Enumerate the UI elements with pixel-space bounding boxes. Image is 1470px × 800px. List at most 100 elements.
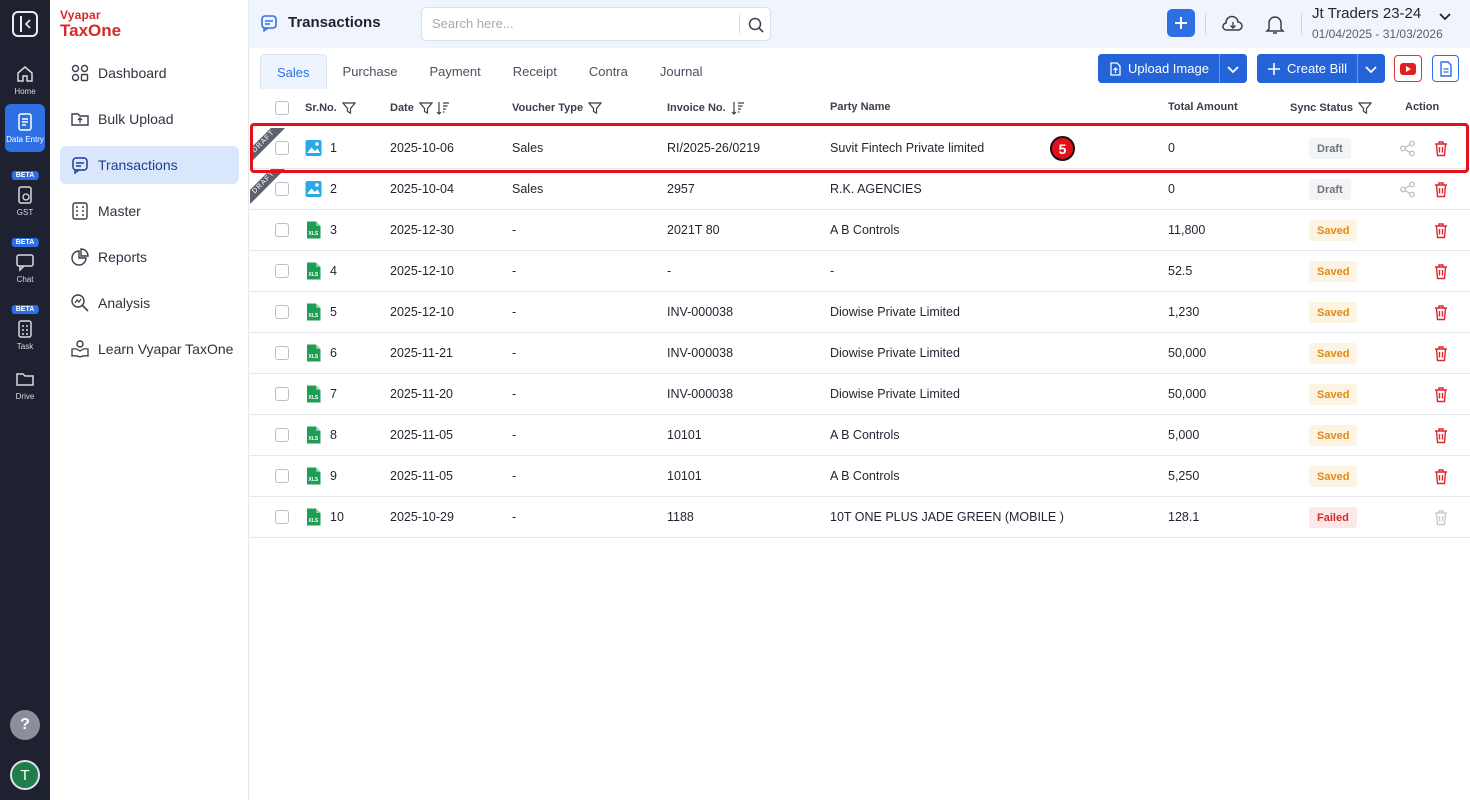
- total-amount-cell: 0: [1168, 182, 1175, 196]
- table-row[interactable]: XLS 3 2025-12-30 - 2021T 80 A B Controls 11,80…: [250, 210, 1470, 251]
- column-voucher-type: Voucher Type: [512, 101, 603, 115]
- sort-icon[interactable]: [731, 101, 745, 115]
- row-checkbox[interactable]: [275, 346, 289, 360]
- party-name-cell: A B Controls: [830, 428, 900, 442]
- party-name-cell: Diowise Private Limited: [830, 346, 960, 360]
- row-checkbox[interactable]: [275, 428, 289, 442]
- row-checkbox[interactable]: [275, 223, 289, 237]
- upload-image-button[interactable]: Upload Image: [1098, 54, 1219, 83]
- row-checkbox[interactable]: [275, 469, 289, 483]
- delete-icon[interactable]: [1433, 386, 1449, 403]
- sidebar-item-label: Bulk Upload: [98, 111, 174, 127]
- help-icon[interactable]: ?: [10, 710, 40, 740]
- invoice-no-cell: INV-000038: [667, 387, 734, 401]
- tab-contra[interactable]: Contra: [573, 54, 644, 89]
- sidebar-item-learn[interactable]: Learn Vyapar TaxOne: [60, 330, 239, 368]
- sr-no: 7: [330, 387, 337, 401]
- search-input[interactable]: [432, 16, 732, 31]
- add-button[interactable]: [1167, 9, 1195, 37]
- sidebar-item-bulk-upload[interactable]: Bulk Upload: [60, 100, 239, 138]
- tab-payment[interactable]: Payment: [413, 54, 496, 89]
- table-row[interactable]: DRAFT 2 2025-10-04 Sales 2957 R.K. AGENCIES 0 D…: [250, 169, 1470, 210]
- table-row[interactable]: XLS 8 2025-11-05 - 10101 A B Controls 5,000 Sav…: [250, 415, 1470, 456]
- cloud-download-icon[interactable]: [1221, 12, 1245, 36]
- share-icon[interactable]: [1399, 181, 1416, 198]
- create-bill-dropdown[interactable]: [1356, 54, 1385, 83]
- sort-icon[interactable]: [436, 101, 450, 115]
- tab-sales[interactable]: Sales: [260, 54, 327, 89]
- company-selector[interactable]: Jt Traders 23-24 01/04/2025 - 31/03/2026: [1312, 5, 1443, 41]
- total-amount-cell: 128.1: [1168, 510, 1200, 524]
- column-label: Voucher Type: [512, 102, 584, 114]
- delete-icon[interactable]: [1433, 345, 1449, 362]
- rail-item-gst[interactable]: BETA GST: [0, 171, 50, 226]
- date-cell: 2025-11-21: [390, 346, 454, 360]
- rail-item-data-entry[interactable]: Data Entry: [5, 104, 45, 152]
- help-symbol: ?: [20, 716, 30, 733]
- date-cell: 2025-10-04: [390, 182, 454, 196]
- filter-icon[interactable]: [341, 101, 356, 115]
- sr-no: 4: [330, 264, 337, 278]
- table-row[interactable]: XLS 7 2025-11-20 - INV-000038 Diowise Private…: [250, 374, 1470, 415]
- column-action: Action: [1405, 101, 1439, 113]
- row-checkbox[interactable]: [275, 387, 289, 401]
- delete-icon[interactable]: [1433, 181, 1449, 198]
- sidebar-item-dashboard[interactable]: Dashboard: [60, 54, 239, 92]
- create-bill-button[interactable]: Create Bill: [1257, 54, 1357, 83]
- sidebar-item-transactions[interactable]: Transactions: [60, 146, 239, 184]
- avatar[interactable]: T: [10, 760, 40, 790]
- delete-icon[interactable]: [1433, 427, 1449, 444]
- delete-icon[interactable]: [1433, 222, 1449, 239]
- search-icon[interactable]: [747, 16, 765, 34]
- party-name-cell: R.K. AGENCIES: [830, 182, 922, 196]
- delete-icon[interactable]: [1433, 304, 1449, 321]
- delete-icon[interactable]: [1433, 263, 1449, 280]
- row-checkbox[interactable]: [275, 510, 289, 524]
- filter-icon[interactable]: [1357, 101, 1372, 115]
- tab-receipt[interactable]: Receipt: [497, 54, 573, 89]
- company-name: Jt Traders 23-24: [1312, 5, 1422, 22]
- rail-item-drive[interactable]: Drive: [0, 360, 50, 410]
- collapse-sidebar-icon[interactable]: [12, 11, 38, 37]
- svg-text:XLS: XLS: [309, 231, 319, 237]
- table-row[interactable]: XLS 4 2025-12-10 - - - 52.5 Saved: [250, 251, 1470, 292]
- filter-icon[interactable]: [418, 101, 433, 115]
- divider: [1205, 14, 1206, 34]
- voucher-type-cell: -: [512, 346, 517, 360]
- page-title: Transactions: [288, 14, 381, 31]
- status-badge: Saved: [1309, 302, 1358, 323]
- sidebar-item-reports[interactable]: Reports: [60, 238, 239, 276]
- rail-item-task[interactable]: BETA Task: [0, 305, 50, 360]
- delete-icon[interactable]: [1433, 468, 1449, 485]
- invoice-no-cell: 1188: [667, 510, 694, 524]
- select-all-checkbox[interactable]: [275, 101, 289, 115]
- chevron-down-icon: [1365, 65, 1378, 73]
- table-row[interactable]: XLS 9 2025-11-05 - 10101 A B Controls 5,250 Sav…: [250, 456, 1470, 497]
- rail-item-chat[interactable]: BETA Chat: [0, 238, 50, 293]
- document-button[interactable]: [1432, 55, 1459, 82]
- row-checkbox[interactable]: [275, 182, 289, 196]
- table-header: Sr.No. Date Voucher Type Invoice No. Par…: [250, 89, 1470, 127]
- row-checkbox[interactable]: [275, 264, 289, 278]
- sr-no: 8: [330, 428, 337, 442]
- excel-file-icon: XLS: [305, 262, 322, 280]
- sidebar-item-analysis[interactable]: Analysis: [60, 284, 239, 322]
- youtube-button[interactable]: [1394, 55, 1422, 82]
- tab-purchase[interactable]: Purchase: [327, 54, 414, 89]
- column-label: Sync Status: [1290, 102, 1353, 114]
- tab-journal[interactable]: Journal: [644, 54, 719, 89]
- rail-item-home[interactable]: Home: [0, 55, 50, 105]
- filter-icon[interactable]: [588, 101, 603, 115]
- row-checkbox[interactable]: [275, 305, 289, 319]
- upload-image-dropdown[interactable]: [1218, 54, 1247, 83]
- sidebar-item-master[interactable]: Master: [60, 192, 239, 230]
- table-row[interactable]: XLS 5 2025-12-10 - INV-000038 Diowise Private…: [250, 292, 1470, 333]
- column-party-name: Party Name: [830, 101, 891, 113]
- upload-folder-icon: [71, 113, 89, 126]
- search-divider: [739, 15, 740, 33]
- chevron-down-icon[interactable]: [1437, 8, 1453, 24]
- status-badge: Saved: [1309, 466, 1358, 487]
- bell-icon[interactable]: [1263, 12, 1287, 36]
- table-row[interactable]: XLS 10 2025-10-29 - 1188 10T ONE PLUS JADE GR…: [250, 497, 1470, 538]
- table-row[interactable]: XLS 6 2025-11-21 - INV-000038 Diowise Private…: [250, 333, 1470, 374]
